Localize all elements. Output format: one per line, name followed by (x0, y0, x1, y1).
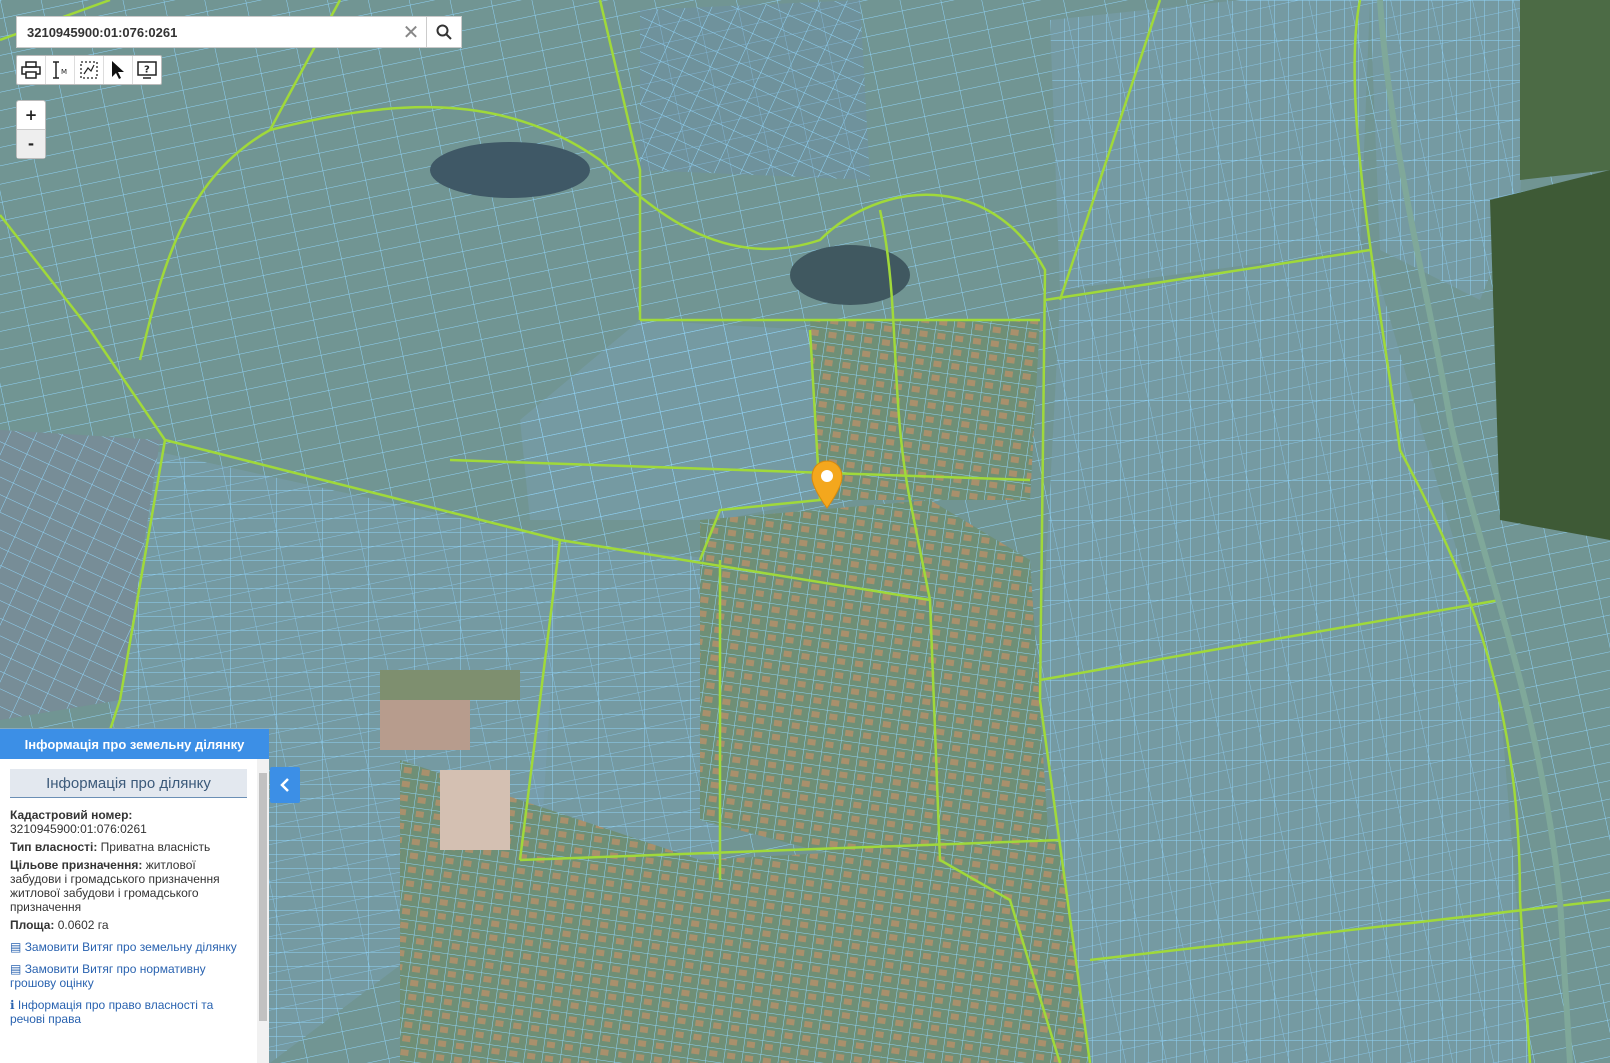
scroll-thumb[interactable] (259, 773, 267, 1021)
print-icon (21, 61, 41, 79)
panel-title: Інформація про земельну ділянку (0, 729, 269, 759)
cadastral-label: Кадастровий номер: (10, 808, 133, 822)
clear-icon[interactable]: ✕ (396, 17, 426, 47)
measure-icon: M (53, 61, 67, 79)
help-screen-icon: ? (137, 61, 157, 79)
select-area-icon (80, 61, 98, 79)
info-icon: ℹ (10, 998, 15, 1012)
svg-text:?: ? (144, 65, 150, 76)
order-extract-link[interactable]: ▤ Замовити Витяг про земельну ділянку (10, 940, 247, 954)
collapse-panel-button[interactable] (270, 767, 300, 803)
cursor-icon (112, 61, 124, 79)
search-bar: ✕ (16, 16, 462, 48)
area-value: 0.0602 га (57, 918, 109, 932)
document-icon: ▤ (10, 962, 22, 976)
parcel-info-panel: Інформація про земельну ділянку Інформац… (0, 728, 269, 1063)
search-input[interactable] (17, 17, 396, 47)
ownership-rights-label: Інформація про право власності та речові… (10, 998, 214, 1026)
search-icon (436, 24, 452, 40)
zoom-in-button[interactable]: + (17, 101, 45, 130)
panel-body: Інформація про ділянку Кадастровий номер… (0, 759, 257, 1063)
cadastral-value: 3210945900:01:076:0261 (10, 822, 147, 836)
area-label: Площа: (10, 918, 55, 932)
chevron-left-icon (280, 778, 289, 792)
location-marker-icon[interactable] (810, 460, 844, 510)
ownership-value: Приватна власність (100, 840, 211, 854)
purpose-label: Цільове призначення: (10, 858, 143, 872)
document-icon: ▤ (10, 940, 22, 954)
parcel-details: Кадастровий номер: 3210945900:01:076:026… (10, 808, 247, 1026)
ownership-label: Тип власності: (10, 840, 98, 854)
select-area-button[interactable] (75, 56, 104, 84)
order-valuation-link[interactable]: ▤ Замовити Витяг про нормативну грошову … (10, 962, 247, 990)
zoom-out-button[interactable]: - (17, 130, 45, 158)
search-button[interactable] (426, 17, 461, 47)
panel-scrollbar[interactable] (257, 759, 269, 1063)
order-valuation-label: Замовити Витяг про нормативну грошову оц… (10, 962, 206, 990)
cursor-button[interactable] (104, 56, 133, 84)
svg-text:M: M (61, 68, 67, 76)
print-button[interactable] (17, 56, 46, 84)
measure-button[interactable]: M (46, 56, 75, 84)
section-title: Інформація про ділянку (10, 769, 247, 798)
help-button[interactable]: ? (133, 56, 161, 84)
zoom-control: + - (16, 100, 46, 159)
ownership-rights-link[interactable]: ℹ Інформація про право власності та речо… (10, 998, 247, 1026)
map-toolbar: M ? (16, 55, 162, 85)
order-extract-label: Замовити Витяг про земельну ділянку (24, 940, 237, 954)
